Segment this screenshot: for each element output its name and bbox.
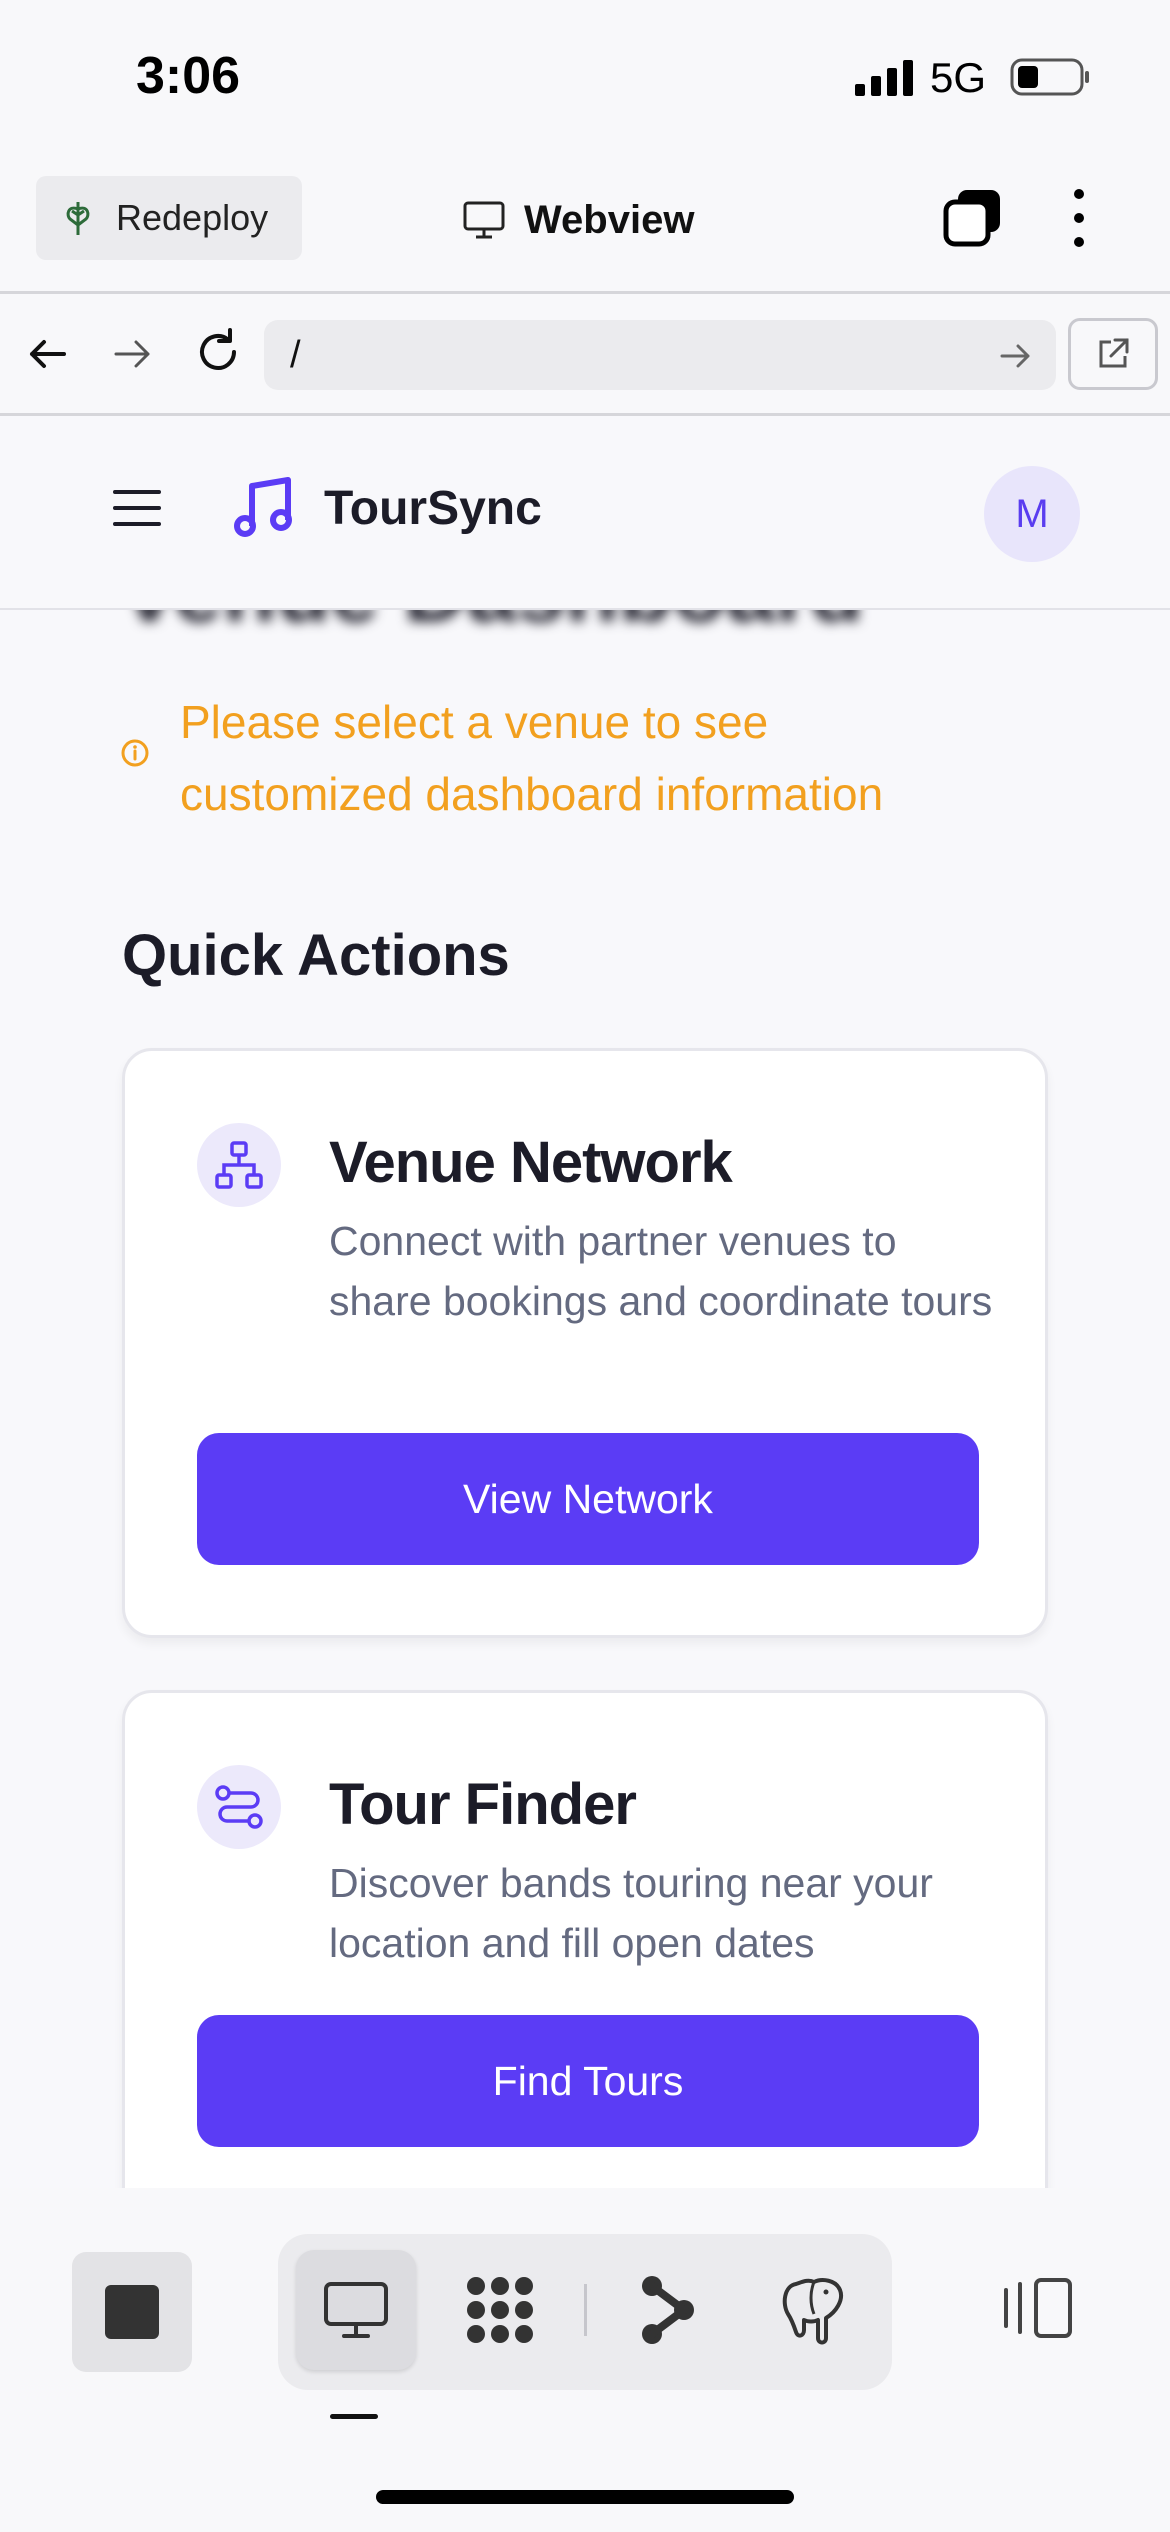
top-toolbar: Redeploy Webview [0,160,1170,294]
active-tab-indicator [330,2414,378,2419]
route-icon-badge [197,1765,281,1849]
reload-icon[interactable] [192,326,244,378]
redeploy-label: Redeploy [116,197,269,238]
monitor-icon [324,2282,388,2338]
webview-title-text: Webview [524,197,695,242]
redeploy-button[interactable]: Redeploy [36,176,302,260]
toolbar-divider [584,2284,587,2336]
branch-icon [642,2276,694,2344]
network-label: 5G [930,54,987,101]
webview-tool-button[interactable] [296,2250,416,2370]
stop-icon [105,2285,159,2339]
info-icon [121,739,149,767]
view-network-button[interactable]: View Network [197,1433,979,1565]
venue-alert: Please select a venue to see customized … [120,686,980,830]
card-description: Connect with partner venues to share boo… [329,1218,993,1324]
tour-finder-card: Tour Finder Discover bands touring near … [122,1690,1048,2188]
webview-title: Webview [462,190,694,250]
alert-text: Please select a venue to see customized … [180,696,884,820]
forward-arrow-icon[interactable] [108,330,156,378]
go-arrow-icon[interactable] [998,338,1034,374]
avatar[interactable]: M [984,466,1080,562]
battery-icon [1010,58,1089,96]
card-description: Discover bands touring near your locatio… [329,1860,933,1966]
status-bar: 3:06 5G [0,0,1170,160]
card-title: Venue Network [329,1130,733,1195]
browser-nav-bar [0,294,1170,416]
route-icon [215,1785,263,1829]
venue-network-card: Venue Network Connect with partner venue… [122,1048,1048,1638]
back-arrow-icon[interactable] [24,330,72,378]
bottom-toolbar [0,2188,1170,2532]
more-options-icon[interactable] [1066,186,1092,250]
main-content: Venue Dashboard Please select a venue to… [0,610,1170,2188]
elephant-icon [782,2278,843,2345]
network-icon-badge [197,1123,281,1207]
tool-switcher [278,2234,892,2390]
open-external-button[interactable] [1068,318,1158,390]
monitor-icon [463,201,505,239]
status-time: 3:06 [136,47,241,105]
url-input[interactable] [264,320,1056,390]
stop-button[interactable] [72,2252,192,2372]
section-title: Quick Actions [122,923,510,988]
signal-icon [855,60,913,96]
hamburger-menu-icon[interactable] [112,488,162,528]
git-tool-button[interactable] [608,2250,728,2370]
music-note-icon [234,477,292,537]
card-title: Tour Finder [329,1772,637,1837]
external-link-icon [1099,338,1129,368]
brand-name: TourSync [324,481,542,535]
tabs-icon[interactable] [942,186,1004,248]
home-indicator [376,2490,794,2504]
page-title: Venue Dashboard [120,610,863,642]
find-tours-button[interactable]: Find Tours [197,2015,979,2147]
network-icon [215,1141,263,1189]
app-header: TourSync M [0,416,1170,610]
workflows-tool-button[interactable] [440,2250,560,2370]
grid-nodes-icon [467,2277,533,2343]
brand[interactable]: TourSync [232,476,542,540]
tree-icon [66,202,90,235]
panel-toggle-icon[interactable] [1000,2276,1074,2340]
postgres-tool-button[interactable] [754,2250,874,2370]
